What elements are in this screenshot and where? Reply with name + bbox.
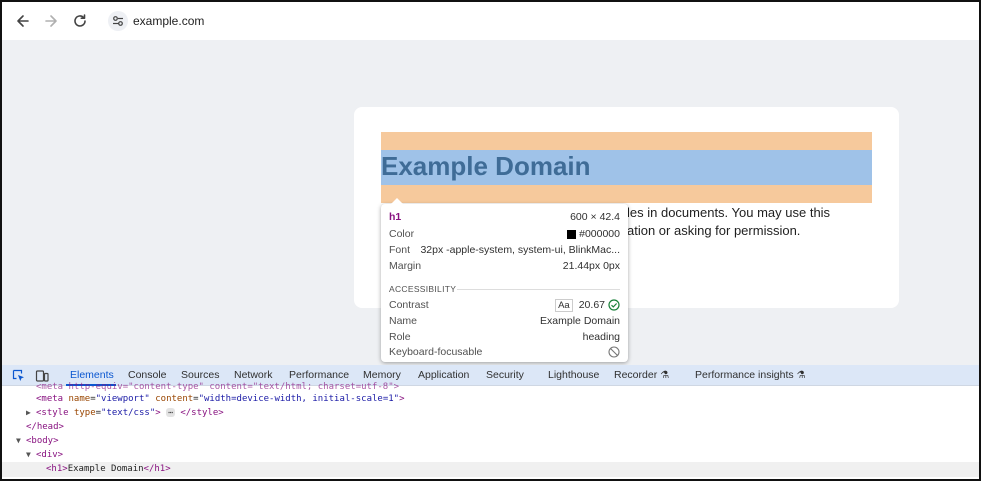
paragraph-line-1: les in documents. You may use this bbox=[627, 205, 831, 220]
tooltip-name-row: Name Example Domain bbox=[389, 314, 620, 328]
meta-attr-content: content bbox=[155, 394, 194, 404]
inspect-element-icon[interactable] bbox=[11, 368, 27, 384]
collapse-triangle-icon[interactable]: ▼ bbox=[26, 448, 36, 462]
ellipsis-button[interactable]: ⋯ bbox=[166, 408, 175, 417]
tooltip-arrow bbox=[391, 198, 403, 204]
check-circle-icon bbox=[608, 299, 620, 311]
tab-recorder-label: Recorder bbox=[614, 369, 658, 381]
margin-highlight-bottom bbox=[381, 185, 872, 203]
font-value: 32px -apple-system, system-ui, BlinkMac.… bbox=[420, 244, 620, 256]
tab-application[interactable]: Application bbox=[418, 369, 469, 381]
meta-tag-close: > bbox=[399, 394, 405, 404]
body-tag: <body> bbox=[26, 436, 59, 446]
dom-line-style[interactable]: ▶ <style type="text/css"> ⋯ </style> bbox=[26, 406, 224, 420]
inspect-tooltip: h1 600 × 42.4 Color #000000 Font 32px -a… bbox=[381, 198, 628, 362]
flask-icon: ⚗ bbox=[796, 370, 806, 381]
page-heading: Example Domain bbox=[381, 151, 591, 181]
dom-line-meta-viewport[interactable]: <meta name="viewport" content="width=dev… bbox=[36, 392, 405, 406]
address-bar[interactable]: example.com bbox=[102, 6, 972, 36]
tooltip-font-row: Font 32px -apple-system, system-ui, Blin… bbox=[389, 243, 620, 257]
contrast-value: 20.67 bbox=[578, 299, 605, 311]
name-value: Example Domain bbox=[540, 315, 620, 327]
keyboard-label: Keyboard-focusable bbox=[389, 346, 483, 358]
meta-attr-name-value: "viewport" bbox=[95, 394, 150, 404]
tab-security[interactable]: Security bbox=[486, 369, 524, 381]
browser-toolbar: example.com bbox=[2, 2, 979, 40]
meta-tag: <meta bbox=[36, 394, 64, 404]
font-label: Font bbox=[389, 244, 411, 256]
style-tag-gt: > bbox=[155, 408, 161, 418]
meta-attr-content-value: "width=device-width, initial-scale=1" bbox=[198, 394, 400, 404]
color-swatch bbox=[567, 229, 577, 239]
tab-recorder[interactable]: Recorder ⚗ bbox=[614, 369, 669, 381]
site-info-button[interactable] bbox=[108, 11, 128, 31]
h1-tag: <h1> bbox=[46, 464, 68, 474]
url-text[interactable]: example.com bbox=[133, 14, 204, 28]
h1-tag-close: </h1> bbox=[143, 464, 171, 474]
paragraph-line-2: ation or asking for permission. bbox=[627, 223, 801, 238]
elements-tree: <meta http-equiv="content-type" content=… bbox=[2, 382, 979, 479]
tooltip-header: h1 600 × 42.4 bbox=[389, 210, 620, 224]
collapse-triangle-icon[interactable]: ▼ bbox=[16, 434, 26, 448]
browser-window: example.com Example Domain les in docume… bbox=[0, 0, 981, 481]
tooltip-contrast-row: Contrast Aa 20.67 bbox=[389, 298, 620, 312]
tune-icon bbox=[113, 16, 123, 26]
reload-icon bbox=[74, 14, 86, 27]
margin-label: Margin bbox=[389, 260, 422, 272]
accessibility-divider bbox=[457, 289, 620, 290]
tooltip-margin-row: Margin 21.44px 0px bbox=[389, 259, 620, 273]
accessibility-title: ACCESSIBILITY bbox=[389, 284, 457, 294]
meta-attr-name: name bbox=[68, 394, 91, 404]
arrow-left-icon bbox=[17, 15, 29, 27]
contrast-aa-badge: Aa bbox=[555, 298, 573, 312]
div-tag: <div> bbox=[36, 450, 64, 460]
style-tag: <style bbox=[36, 408, 69, 418]
role-label: Role bbox=[389, 331, 411, 343]
tooltip-keyboard-row: Keyboard-focusable bbox=[389, 345, 620, 359]
margin-value: 21.44px 0px bbox=[562, 260, 620, 272]
dom-line-div[interactable]: ▼ <div> bbox=[26, 448, 63, 462]
tooltip-role-row: Role heading bbox=[389, 330, 620, 344]
dom-line-head-close[interactable]: </head> bbox=[26, 420, 64, 434]
tab-lighthouse[interactable]: Lighthouse bbox=[548, 369, 599, 381]
tab-performance-insights-label: Performance insights bbox=[695, 369, 794, 381]
style-tag-close: </style> bbox=[180, 408, 224, 418]
forward-button[interactable] bbox=[40, 10, 62, 32]
color-label: Color bbox=[389, 228, 415, 240]
back-button[interactable] bbox=[12, 10, 34, 32]
role-value: heading bbox=[582, 331, 620, 343]
dom-line-h1[interactable]: <h1>Example Domain</h1> bbox=[46, 462, 171, 476]
devtools-panel: Elements Console Sources Network Perform… bbox=[2, 365, 979, 479]
element-dimensions: 600 × 42.4 bbox=[570, 211, 620, 223]
style-attr-type-value: "text/css" bbox=[101, 408, 156, 418]
contrast-label: Contrast bbox=[389, 299, 429, 311]
dom-line-body[interactable]: ▼ <body> bbox=[16, 434, 59, 448]
margin-highlight-top bbox=[381, 132, 872, 150]
arrow-right-icon bbox=[45, 15, 57, 27]
h1-text: Example Domain bbox=[67, 464, 144, 474]
name-label: Name bbox=[389, 315, 418, 327]
tooltip-color-row: Color #000000 bbox=[389, 227, 620, 241]
tab-performance-insights[interactable]: Performance insights ⚗ bbox=[695, 369, 806, 381]
not-allowed-icon bbox=[608, 346, 620, 358]
element-tag: h1 bbox=[389, 211, 402, 223]
flask-icon: ⚗ bbox=[660, 370, 670, 381]
expand-triangle-icon[interactable]: ▶ bbox=[26, 406, 36, 420]
color-value: #000000 bbox=[579, 228, 620, 240]
style-attr-type: type bbox=[73, 408, 96, 418]
reload-button[interactable] bbox=[69, 10, 91, 32]
